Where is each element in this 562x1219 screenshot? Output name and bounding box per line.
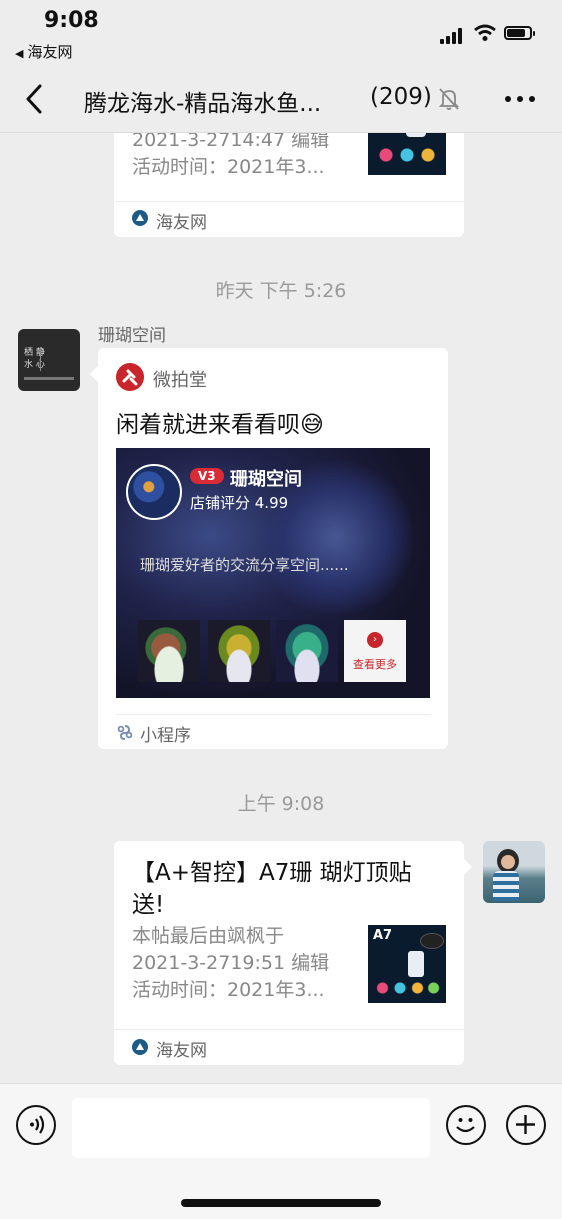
mini-program-card[interactable]: 微拍堂 闲着就进来看看呗😅 V3 珊瑚空间 店铺评分 4.99 珊瑚爱好者的交流… (90, 348, 448, 751)
coral-thumb[interactable] (276, 620, 338, 682)
view-more-label: 查看更多 (353, 658, 397, 671)
sender-name: 珊瑚空间 (98, 326, 166, 346)
cellular-signal-icon (440, 28, 466, 44)
input-toolbar (0, 1083, 562, 1219)
message-input[interactable] (72, 1098, 430, 1158)
mini-program-source-row: 小程序 (116, 714, 430, 751)
plus-icon (516, 1115, 535, 1134)
back-to-app-link[interactable]: ◀ 海友网 (15, 41, 72, 62)
card-title: 【A+智控】A7珊 瑚灯顶贴 送! (132, 857, 452, 921)
shop-preview-image[interactable]: V3 珊瑚空间 店铺评分 4.99 珊瑚爱好者的交流分享空间...... › 查… (116, 448, 430, 698)
card-title-line: 送! (132, 892, 165, 918)
my-avatar[interactable] (483, 841, 545, 903)
status-bar: 9:08 ◀ 海友网 (0, 0, 562, 66)
sender-avatar[interactable]: 栖 静水 心 (18, 329, 80, 391)
weipaitang-logo-icon (116, 363, 144, 391)
chat-title: 腾龙海水-精品海水鱼... (84, 91, 322, 117)
chat-messages[interactable]: 2021-3-2714:47 编辑 活动时间：2021年3... 海友网 昨天 … (0, 133, 562, 1083)
back-app-label: 海友网 (27, 43, 73, 61)
coral-thumb[interactable] (138, 620, 200, 682)
mute-bell-icon (438, 88, 460, 110)
card-source-label: 海友网 (156, 213, 207, 233)
back-chevron-icon[interactable] (20, 82, 50, 116)
card-sub-line: 本帖最后由飒枫于 (132, 925, 285, 947)
back-triangle-icon: ◀ (15, 47, 24, 60)
avatar-calligraphy-icon: 栖 静水 心 (24, 348, 45, 370)
mini-program-app-name: 微拍堂 (153, 370, 207, 391)
shop-name: 珊瑚空间 (230, 469, 302, 490)
timestamp: 上午 9:08 (237, 793, 325, 815)
shop-avatar (126, 464, 182, 520)
mini-program-icon (117, 725, 133, 740)
wifi-icon (474, 24, 496, 41)
home-indicator[interactable] (181, 1199, 381, 1207)
coral-thumb[interactable] (208, 620, 270, 682)
card-title-line: 【A+智控】A7珊 瑚灯顶贴 (132, 860, 412, 886)
more-options-icon[interactable] (504, 94, 536, 104)
card-source-row: 海友网 (114, 201, 464, 238)
thumbnail-label: A7 (373, 928, 393, 943)
more-functions-button[interactable] (506, 1105, 546, 1145)
card-sub-line: 活动时间：2021年3... (132, 979, 325, 1001)
emoji-smile-icon (456, 1118, 475, 1133)
mini-program-label: 小程序 (140, 726, 191, 746)
haiyouwang-logo-icon (132, 210, 148, 226)
voice-input-button[interactable] (16, 1105, 56, 1145)
shop-rating: 店铺评分 4.99 (190, 494, 289, 512)
chat-header: 腾龙海水-精品海水鱼... (209) (0, 66, 562, 133)
view-more-button[interactable]: › 查看更多 (344, 620, 406, 682)
voice-icon (30, 1115, 45, 1134)
status-time: 9:08 (44, 8, 99, 33)
card-sub-line: 2021-3-2714:47 编辑 (132, 133, 330, 151)
card-source-row: 海友网 (114, 1029, 464, 1066)
emoji-button[interactable] (446, 1105, 486, 1145)
haiyouwang-logo-icon (132, 1039, 148, 1055)
member-count: (209) (370, 84, 432, 110)
card-source-label: 海友网 (156, 1041, 207, 1061)
shop-description: 珊瑚爱好者的交流分享空间...... (140, 556, 349, 574)
timestamp: 昨天 下午 5:26 (215, 280, 347, 302)
arrow-right-circle-icon: › (367, 632, 383, 648)
shared-article-card[interactable]: 【A+智控】A7珊 瑚灯顶贴 送! 本帖最后由飒枫于 2021-3-2719:5… (114, 841, 472, 1066)
message-text: 闲着就进来看看呗 (116, 412, 300, 438)
shared-article-card-top[interactable]: 2021-3-2714:47 编辑 活动时间：2021年3... 海友网 (114, 133, 464, 237)
card-thumbnail: A7 (368, 925, 446, 1003)
card-sub-line: 活动时间：2021年3... (132, 156, 325, 178)
battery-icon (504, 26, 535, 40)
sweat-smile-emoji: 😅 (300, 412, 324, 438)
card-thumbnail (368, 133, 446, 175)
card-sub-line: 2021-3-2719:51 编辑 (132, 952, 330, 974)
shop-level-badge: V3 (190, 468, 224, 484)
